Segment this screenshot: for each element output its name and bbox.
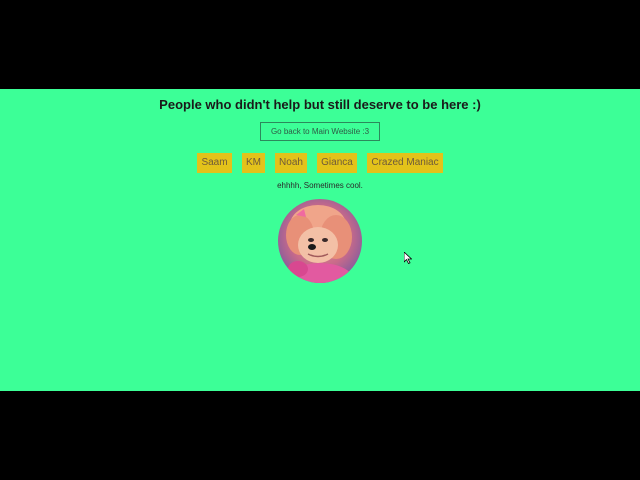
cartoon-dog-avatar-icon [278,199,362,283]
person-chip-gianca[interactable]: Gianca [317,153,357,173]
person-chip-crazed-maniac[interactable]: Crazed Maniac [367,153,443,173]
mouse-pointer-icon [404,252,412,264]
person-chip-noah[interactable]: Noah [275,153,307,173]
avatar [278,199,362,283]
person-chip-saam[interactable]: Saam [197,153,232,173]
page-title: People who didn't help but still deserve… [159,97,481,112]
person-chip-km[interactable]: KM [242,153,265,173]
back-to-main-website-button[interactable]: Go back to Main Website :3 [260,122,380,141]
caption-text: ehhhh, Sometimes cool. [277,181,363,190]
people-list: Saam KM Noah Gianca Crazed Maniac [0,153,640,173]
page-viewport: People who didn't help but still deserve… [0,89,640,391]
